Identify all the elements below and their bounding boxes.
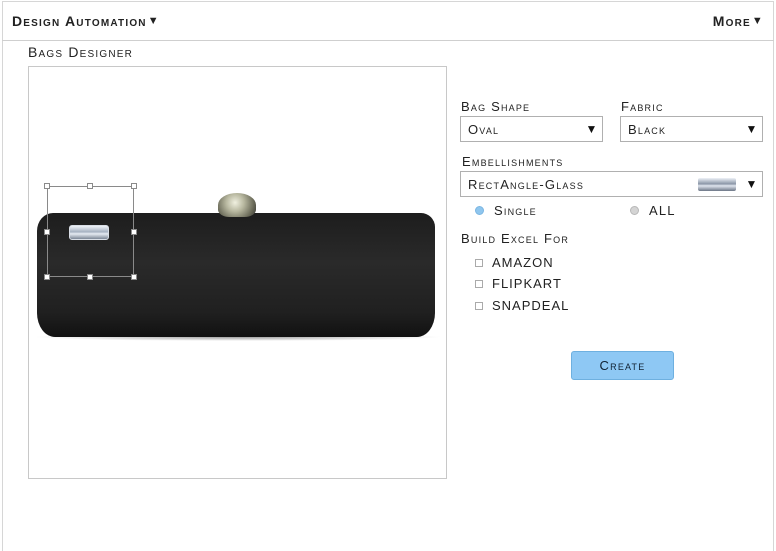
resize-handle-top-right[interactable]	[131, 183, 137, 189]
caret-down-icon: ▼	[745, 177, 759, 191]
radio-all[interactable]: ALL	[630, 203, 676, 218]
chevron-down-icon: ▼	[147, 15, 160, 27]
embellishments-value: RectAngle-Glass	[468, 176, 585, 192]
checkbox-flipkart[interactable]: FLIPKART	[475, 276, 562, 291]
resize-handle-top-left[interactable]	[44, 183, 50, 189]
design-automation-menu-label: Design Automation	[12, 13, 147, 29]
fabric-label: Fabric	[621, 99, 664, 114]
bag-shape-value: Oval	[468, 121, 500, 137]
fabric-select[interactable]: Black ▼	[620, 116, 763, 142]
selection-box[interactable]	[44, 183, 137, 280]
more-menu[interactable]: More ▼	[713, 13, 764, 29]
design-automation-menu[interactable]: Design Automation ▼	[12, 13, 160, 29]
checkbox-icon	[475, 258, 483, 267]
bag-design-canvas[interactable]	[28, 66, 447, 479]
build-excel-label: Build Excel For	[461, 231, 570, 246]
resize-handle-bottom-right[interactable]	[131, 274, 137, 280]
bag-shape-select[interactable]: Oval ▼	[460, 116, 603, 142]
radio-unselected-icon	[630, 206, 639, 215]
radio-selected-icon	[475, 206, 484, 215]
resize-handle-top[interactable]	[87, 183, 93, 189]
resize-handle-right[interactable]	[131, 229, 137, 235]
top-navigation-bar: Design Automation ▼ More ▼	[2, 1, 774, 41]
fabric-value: Black	[628, 121, 667, 137]
embellishments-select[interactable]: RectAngle-Glass ▼	[460, 171, 763, 197]
bag-shape-label: Bag Shape	[461, 99, 531, 114]
caret-down-icon: ▼	[585, 122, 599, 136]
resize-handle-left[interactable]	[44, 229, 50, 235]
glass-rectangle-icon	[698, 177, 736, 191]
checkbox-snapdeal-label: SNAPDEAL	[492, 298, 570, 313]
checkbox-flipkart-label: FLIPKART	[492, 276, 562, 291]
radio-single[interactable]: Single	[475, 203, 537, 218]
chevron-down-icon: ▼	[751, 15, 764, 27]
radio-single-label: Single	[494, 203, 537, 218]
page-title: Bags Designer	[28, 44, 134, 60]
checkbox-amazon[interactable]: AMAZON	[475, 255, 554, 270]
resize-handle-bottom[interactable]	[87, 274, 93, 280]
checkbox-snapdeal[interactable]: SNAPDEAL	[475, 298, 569, 313]
checkbox-icon	[475, 301, 483, 310]
radio-all-label: ALL	[649, 203, 676, 218]
create-button[interactable]: Create	[571, 351, 674, 380]
more-menu-label: More	[712, 13, 751, 29]
caret-down-icon: ▼	[745, 122, 759, 136]
resize-handle-bottom-left[interactable]	[44, 274, 50, 280]
checkbox-amazon-label: AMAZON	[492, 255, 554, 270]
bag-clasp	[218, 193, 256, 217]
checkbox-icon	[475, 279, 483, 288]
embellishments-label: Embellishments	[462, 154, 564, 169]
